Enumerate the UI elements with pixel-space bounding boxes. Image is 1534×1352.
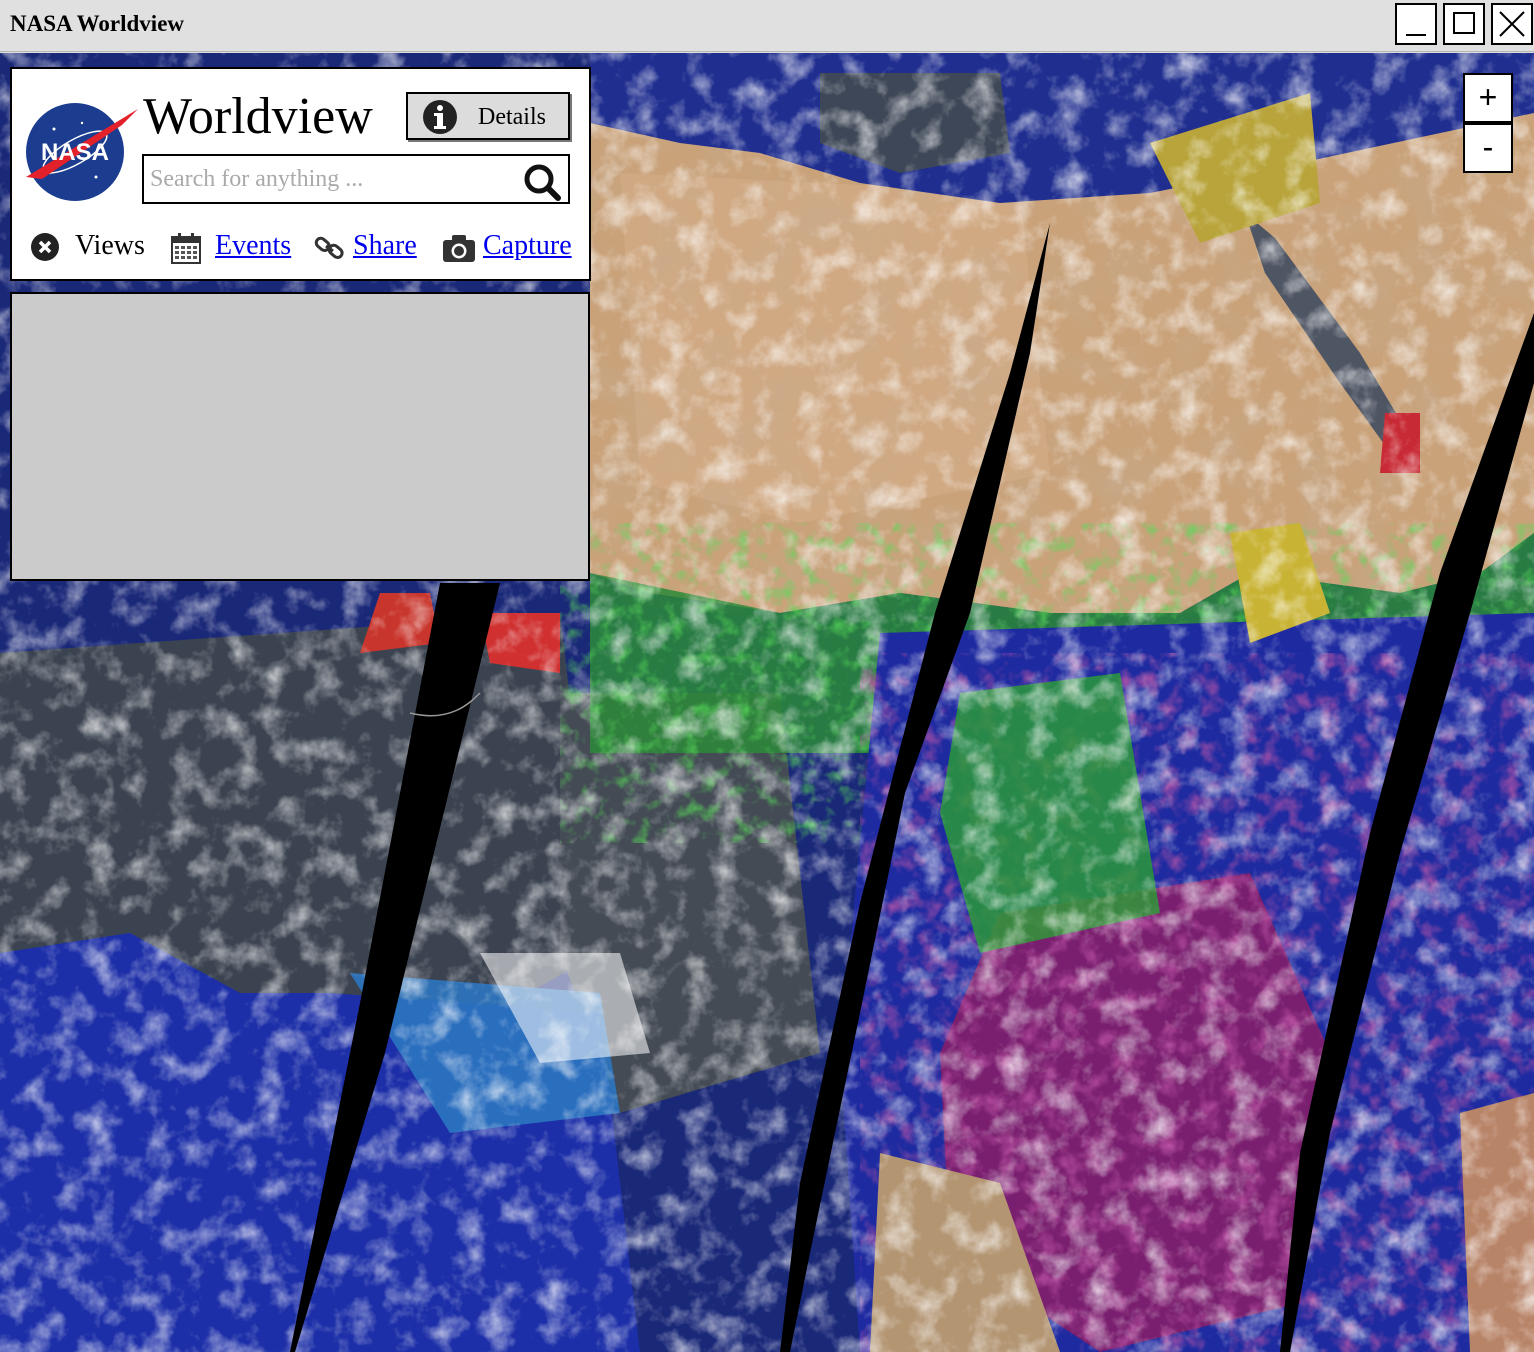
content-panel: [10, 292, 590, 581]
maximize-button[interactable]: [1443, 3, 1485, 45]
window-title: NASA Worldview: [10, 11, 185, 36]
svg-text:NASA: NASA: [41, 139, 109, 166]
zoom-in-button[interactable]: +: [1463, 73, 1513, 123]
search-box: [142, 154, 570, 204]
events-link[interactable]: Events: [215, 230, 291, 262]
close-button[interactable]: [1491, 3, 1533, 45]
minimize-icon: [1406, 34, 1426, 36]
nav-bar: Views Events Share Capture: [12, 227, 593, 267]
capture-link[interactable]: Capture: [483, 230, 572, 262]
window-titlebar: NASA Worldview: [0, 0, 1534, 52]
views-label: Views: [75, 230, 145, 261]
calendar-icon: [170, 232, 202, 269]
details-label: Details: [478, 104, 546, 130]
zoom-out-button[interactable]: -: [1463, 123, 1513, 173]
details-button[interactable]: Details: [406, 92, 570, 140]
close-circle-icon[interactable]: [30, 232, 60, 267]
search-icon[interactable]: [522, 162, 562, 207]
close-icon: [1499, 11, 1525, 37]
maximize-icon: [1453, 12, 1475, 34]
link-icon: [314, 232, 346, 269]
nasa-logo[interactable]: NASA: [22, 99, 140, 206]
share-link[interactable]: Share: [353, 230, 417, 262]
app-title: Worldview: [143, 88, 373, 145]
minimize-button[interactable]: [1395, 3, 1437, 45]
camera-icon: [442, 232, 476, 269]
search-input[interactable]: [150, 164, 510, 194]
nasa-logo-icon: NASA: [26, 103, 138, 201]
worldview-panel: NASA Worldview Details Search for anythi…: [10, 67, 591, 281]
info-icon: [422, 99, 458, 140]
